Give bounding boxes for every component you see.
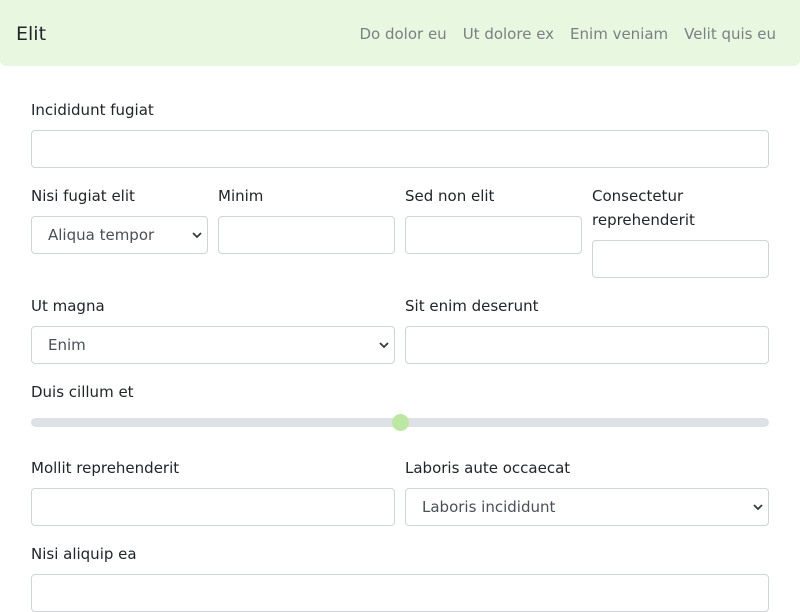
nav-link-1[interactable]: Do dolor eu [359, 24, 446, 44]
incididunt-fugiat-label: Incididunt fugiat [31, 101, 154, 119]
top-navbar: Elit Do dolor eu Ut dolore ex Enim venia… [0, 0, 800, 66]
consectetur-label-line1: Consectetur [592, 187, 684, 205]
ut-magna-value: Enim [48, 336, 86, 354]
chevron-down-icon [379, 342, 389, 349]
laboris-aute-occaecat-value: Laboris incididunt [422, 498, 556, 516]
sit-enim-deserunt-input[interactable] [405, 326, 769, 364]
duis-cillum-et-slider-track[interactable] [31, 414, 769, 431]
nisi-aliquip-ea-label: Nisi aliquip ea [31, 545, 137, 563]
incididunt-fugiat-input[interactable] [31, 130, 769, 168]
navbar-brand[interactable]: Elit [16, 22, 46, 46]
sit-enim-deserunt-label: Sit enim deserunt [405, 297, 539, 315]
consectetur-label-line2: reprehenderit [592, 211, 695, 229]
consectetur-input[interactable] [592, 240, 769, 278]
mollit-reprehenderit-label: Mollit reprehenderit [31, 459, 180, 477]
ut-magna-label: Ut magna [31, 297, 105, 315]
sed-non-elit-label: Sed non elit [405, 187, 495, 205]
nav-link-4[interactable]: Velit quis eu [684, 24, 776, 44]
nisi-aliquip-ea-input[interactable] [31, 574, 769, 612]
mollit-reprehenderit-input[interactable] [31, 488, 395, 526]
minim-input[interactable] [218, 216, 395, 254]
laboris-aute-occaecat-select[interactable]: Laboris incididunt [405, 488, 769, 526]
duis-cillum-et-label: Duis cillum et [31, 383, 134, 401]
ut-magna-select[interactable]: Enim [31, 326, 395, 364]
nisi-fugiat-elit-value: Aliqua tempor [48, 226, 155, 244]
chevron-down-icon [192, 232, 202, 239]
minim-label: Minim [218, 187, 264, 205]
nav-link-2[interactable]: Ut dolore ex [463, 24, 554, 44]
nisi-fugiat-elit-select[interactable]: Aliqua tempor [31, 216, 208, 254]
nav-link-3[interactable]: Enim veniam [570, 24, 668, 44]
slider-thumb[interactable] [392, 414, 409, 431]
laboris-aute-occaecat-label: Laboris aute occaecat [405, 459, 571, 477]
chevron-down-icon [753, 504, 763, 511]
sed-non-elit-input[interactable] [405, 216, 582, 254]
nisi-fugiat-elit-label: Nisi fugiat elit [31, 187, 135, 205]
nav-links: Do dolor eu Ut dolore ex Enim veniam Vel… [359, 24, 776, 44]
